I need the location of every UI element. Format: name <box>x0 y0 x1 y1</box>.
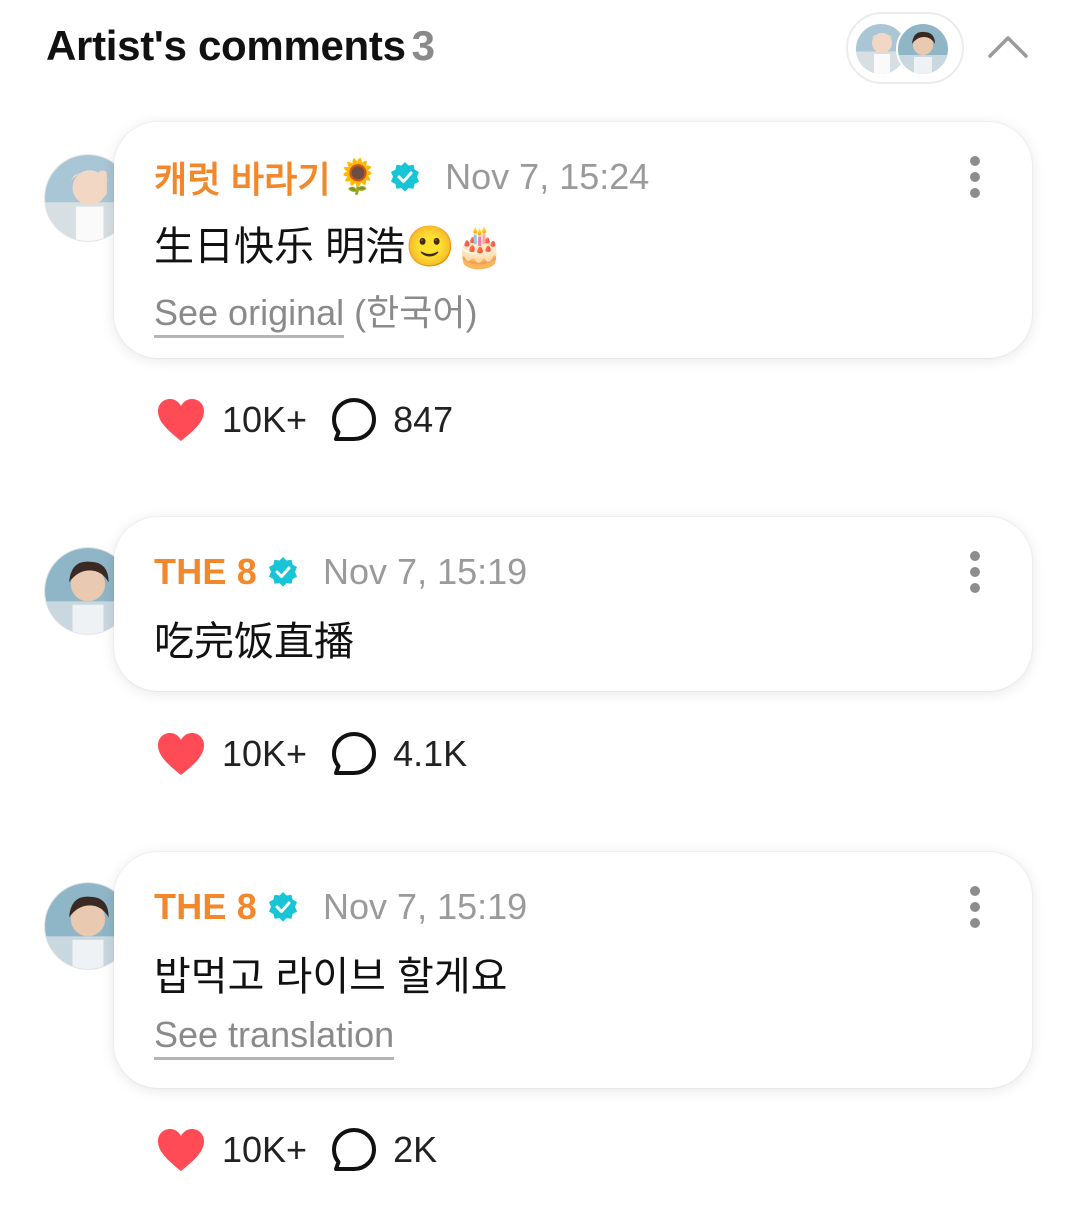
comment-count: 3 <box>411 22 435 69</box>
comment-actions: 10K+ 847 <box>156 390 477 450</box>
like-count: 10K+ <box>222 733 308 774</box>
like-count: 10K+ <box>222 399 308 440</box>
section-title: Artist's comments 3 <box>46 22 435 70</box>
author-name[interactable]: 캐럿 바라기 <box>154 151 331 203</box>
comment-text: 生日快乐 明浩🙂🎂 <box>154 225 505 269</box>
verified-badge-icon <box>269 557 298 587</box>
original-language: (한국어) <box>354 292 478 333</box>
see-translation-label[interactable]: See translation <box>154 1014 395 1060</box>
artist-comments-header: Artist's comments 3 <box>0 0 1080 100</box>
heart-icon[interactable] <box>156 397 206 443</box>
author-name[interactable]: THE 8 <box>154 551 257 593</box>
reply-count: 847 <box>393 399 454 440</box>
comment-bubble-icon[interactable] <box>331 731 377 777</box>
verified-badge-icon <box>391 162 420 192</box>
reply-count: 2K <box>393 1129 438 1170</box>
section-title-text: Artist's comments <box>46 22 406 69</box>
comment-actions: 10K+ 4.1K <box>156 724 491 784</box>
comment-card[interactable]: THE 8 Nov 7, 15:19 밥먹고 라이브 할게요 See trans… <box>114 852 1032 1088</box>
comment-card[interactable]: THE 8 Nov 7, 15:19 吃完饭直播 <box>114 517 1032 691</box>
artist-avatar-stack[interactable] <box>846 12 964 84</box>
see-translation-link[interactable]: See translation <box>154 1014 395 1060</box>
artist-avatar-2 <box>896 22 950 76</box>
heart-icon[interactable] <box>156 731 206 777</box>
comment-text: 吃完饭直播 <box>154 620 354 664</box>
more-vertical-icon[interactable] <box>970 551 980 593</box>
comment-actions: 10K+ 2K <box>156 1120 461 1180</box>
comment-text: 밥먹고 라이브 할게요 <box>154 955 508 999</box>
reply-count: 4.1K <box>393 733 468 774</box>
comment-bubble-icon[interactable] <box>331 1127 377 1173</box>
comment-meta: THE 8 Nov 7, 15:19 <box>154 547 527 597</box>
comment-card[interactable]: 캐럿 바라기 🌻 Nov 7, 15:24 生日快乐 明浩🙂🎂 See orig… <box>114 122 1032 358</box>
comment-time: Nov 7, 15:19 <box>323 886 528 927</box>
comment-bubble-icon[interactable] <box>331 397 377 443</box>
see-original-link[interactable]: See original (한국어) <box>154 284 478 338</box>
see-original-label[interactable]: See original <box>154 292 345 338</box>
more-vertical-icon[interactable] <box>970 886 980 928</box>
heart-icon[interactable] <box>156 1127 206 1173</box>
verified-badge-icon <box>269 892 298 922</box>
comment-meta: 캐럿 바라기 🌻 Nov 7, 15:24 <box>154 152 649 202</box>
chevron-up-icon[interactable] <box>986 28 1030 64</box>
author-name[interactable]: THE 8 <box>154 886 257 928</box>
more-vertical-icon[interactable] <box>970 156 980 198</box>
sunflower-emoji: 🌻 <box>336 158 380 196</box>
comment-time: Nov 7, 15:19 <box>323 551 528 592</box>
comment-time: Nov 7, 15:24 <box>445 156 650 197</box>
comment-meta: THE 8 Nov 7, 15:19 <box>154 882 527 932</box>
like-count: 10K+ <box>222 1129 308 1170</box>
